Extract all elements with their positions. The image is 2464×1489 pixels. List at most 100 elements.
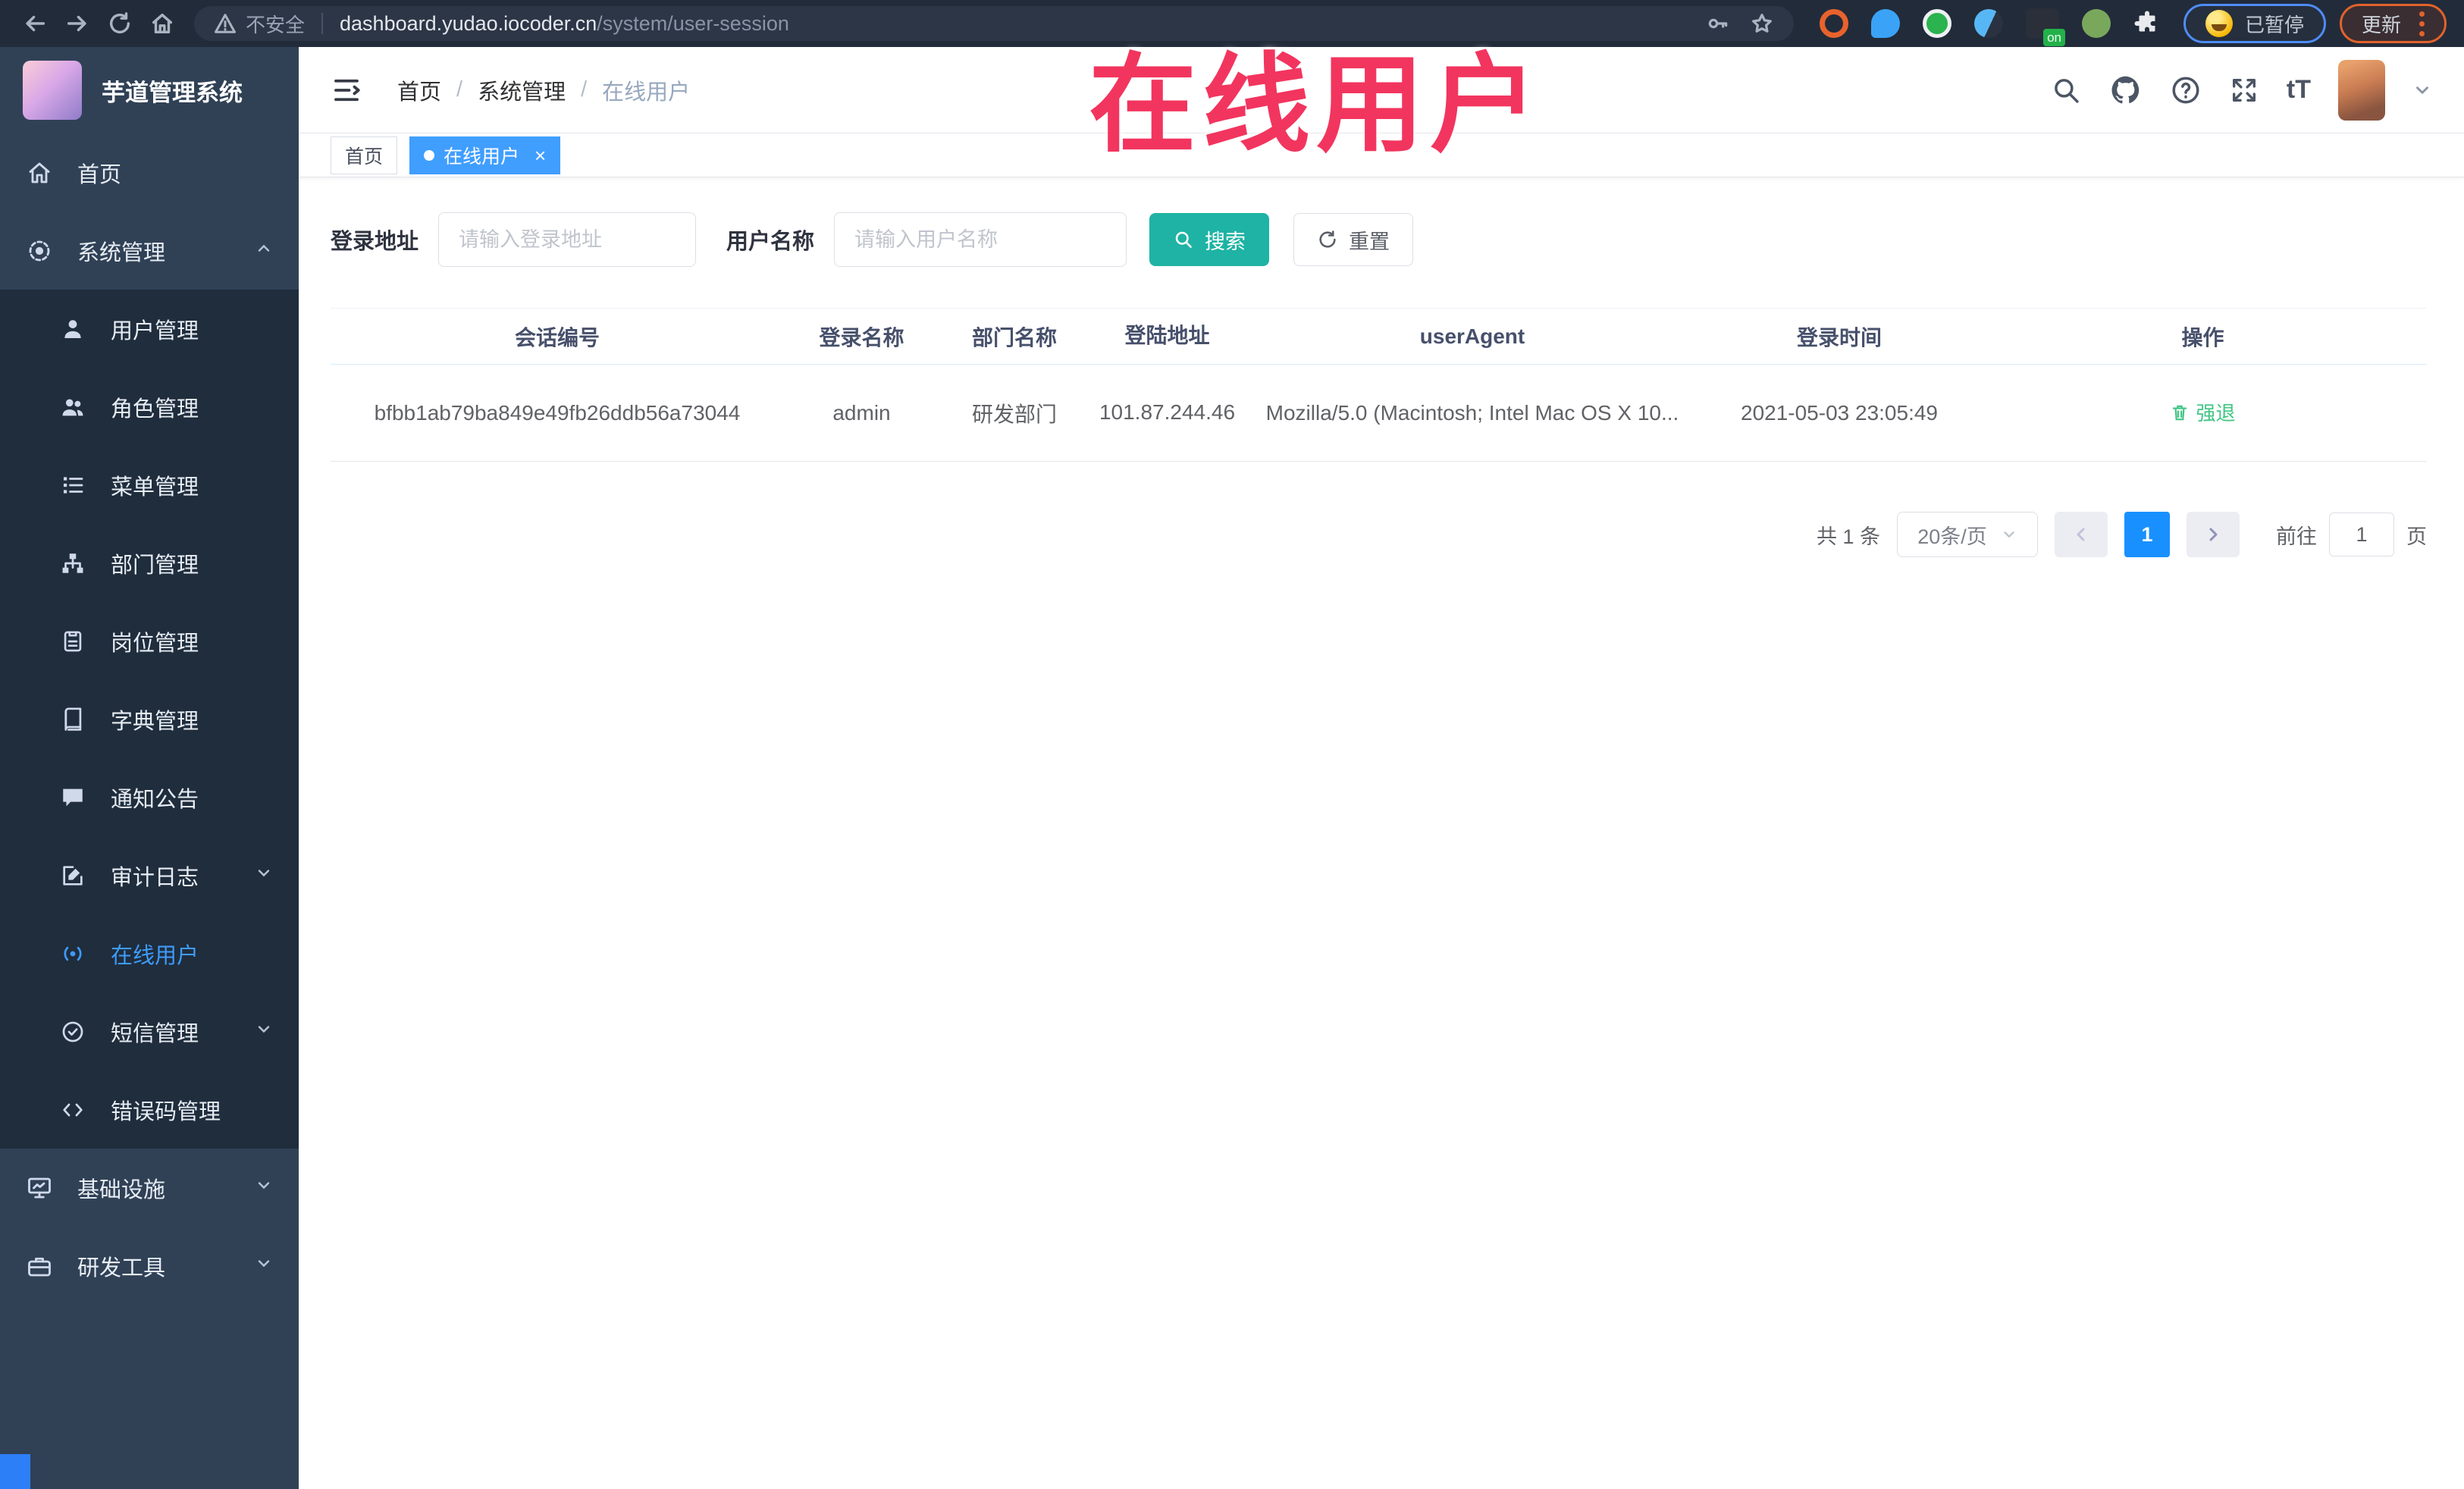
sidebar-item-label: 部门管理 [111,553,199,578]
sidebar-item-dev-tools[interactable]: 研发工具 [0,1227,299,1305]
goto-label: 前往 [2276,525,2317,548]
github-link[interactable] [2109,74,2143,107]
extension-green-icon[interactable] [1923,9,1951,38]
sidebar-item-label: 字典管理 [111,709,199,734]
list-icon [59,472,86,499]
screen: 不安全 dashboard.yudao.iocoder.cn/system/us… [0,0,2464,1489]
extension-switch-icon[interactable]: on [2026,8,2065,46]
gear-icon [26,237,53,265]
home-icon [152,13,173,34]
sidebar-item-home[interactable]: 首页 [0,133,299,212]
fullscreen-icon [2232,78,2256,102]
sidebar-item-error-code-management[interactable]: 错误码管理 [0,1071,299,1149]
next-page-button[interactable] [2187,512,2240,557]
forward-button[interactable] [56,2,99,45]
sidebar-item-online-users[interactable]: 在线用户 [0,914,299,992]
reload-button[interactable] [99,2,141,45]
bookmark-star-icon[interactable] [1750,11,1774,36]
chevron-left-icon [2077,528,2085,541]
tag-online-users[interactable]: 在线用户 × [409,136,561,174]
fullscreen-button[interactable] [2229,75,2259,105]
page-size-select[interactable]: 20条/页 [1897,512,2038,557]
sidebar-item-role-management[interactable]: 角色管理 [0,368,299,446]
extension-search-icon[interactable] [2082,9,2111,38]
reload-icon [109,12,130,33]
home-icon [26,159,53,187]
sidebar-item-dict-management[interactable]: 字典管理 [0,680,299,758]
sidebar-item-label: 研发工具 [77,1255,166,1281]
search-icon [2055,78,2079,103]
sitemap-icon [59,550,86,577]
caret-down-icon [2416,86,2428,94]
sidebar-item-label: 审计日志 [111,865,199,890]
col-login-time: 登录时间 [1796,325,1882,350]
tag-label: 在线用户 [444,146,520,168]
app-logo-image [23,61,82,120]
password-key-icon[interactable] [1706,11,1730,36]
trash-icon [2173,405,2187,421]
sidebar-item-post-management[interactable]: 岗位管理 [0,602,299,680]
avatar[interactable] [2338,59,2385,121]
tag-home[interactable]: 首页 [331,136,398,174]
goto-page: 前往 页 [2276,513,2427,556]
bottom-left-blue-square [0,1454,30,1489]
prev-page-button[interactable] [2055,512,2108,557]
page-1-button[interactable]: 1 [2124,512,2170,557]
breadcrumb-home[interactable]: 首页 [397,74,441,106]
sidebar-item-label: 用户管理 [111,318,199,343]
page-content: 登录地址 用户名称 搜索 重置 会话编号 [299,177,2464,1489]
sidebar-item-infrastructure[interactable]: 基础设施 [0,1149,299,1227]
profile-paused-pill[interactable]: 已暂停 [2183,4,2327,43]
header-search-button[interactable] [2050,74,2082,106]
browser-menu-icon[interactable] [2419,11,2425,36]
username-input[interactable] [834,212,1127,267]
cell-actions: 强退 [1979,398,2427,428]
col-session-id: 会话编号 [514,325,600,350]
app-title: 芋道管理系统 [102,79,243,106]
code-icon [59,1096,86,1124]
paused-label: 已暂停 [2245,13,2305,36]
sidebar-toggle-button[interactable] [331,74,362,106]
back-button[interactable] [14,2,56,45]
reset-button[interactable]: 重置 [1293,213,1414,266]
extension-flame-icon[interactable] [1974,9,2003,38]
col-dept-name: 部门名称 [971,325,1057,350]
toolbox-icon [26,1252,53,1280]
sidebar-item-system-management[interactable]: 系统管理 [0,212,299,290]
login-address-input[interactable] [438,212,697,267]
search-form: 登录地址 用户名称 搜索 重置 [331,212,2464,267]
extensions-row: on [1820,8,2161,46]
sidebar-item-audit-log[interactable]: 审计日志 [0,836,299,914]
extension-orange-icon[interactable] [1820,9,1848,38]
back-icon [26,15,45,32]
sidebar-item-user-management[interactable]: 用户管理 [0,290,299,368]
sidebar-item-label: 基础设施 [77,1177,166,1202]
sidebar-item-sms-management[interactable]: 短信管理 [0,992,299,1071]
sidebar-item-menu-management[interactable]: 菜单管理 [0,446,299,524]
forward-icon [67,15,86,32]
search-button[interactable]: 搜索 [1149,213,1270,266]
extension-on-badge: on [2043,29,2065,46]
font-size-button[interactable]: tT [2287,75,2311,105]
user-menu-caret[interactable] [2412,80,2432,100]
username-label: 用户名称 [726,230,815,254]
breadcrumb-system[interactable]: 系统管理 [478,74,566,106]
force-logout-button[interactable]: 强退 [2170,398,2236,426]
help-button[interactable] [2170,74,2202,106]
sidebar-item-notice[interactable]: 通知公告 [0,758,299,836]
col-user-agent: userAgent [1419,324,1525,348]
home-button[interactable] [141,2,183,45]
tag-close-icon[interactable]: × [534,146,546,165]
goto-page-input[interactable] [2329,513,2394,556]
monitor-icon [26,1174,53,1202]
insecure-warning-icon [215,14,236,33]
extension-blue-drop-icon[interactable] [1871,9,1900,38]
col-actions: 操作 [2181,325,2224,350]
sidebar-item-dept-management[interactable]: 部门管理 [0,524,299,602]
cell-login-time: 2021-05-03 23:05:49 [1741,400,1938,425]
browser-update-button[interactable]: 更新 [2340,4,2447,43]
sidebar-logo: 芋道管理系统 [0,47,299,133]
sidebar-item-label: 短信管理 [111,1021,199,1046]
address-bar[interactable]: 不安全 dashboard.yudao.iocoder.cn/system/us… [194,6,1794,41]
puzzle-extensions-icon[interactable] [2133,10,2161,37]
